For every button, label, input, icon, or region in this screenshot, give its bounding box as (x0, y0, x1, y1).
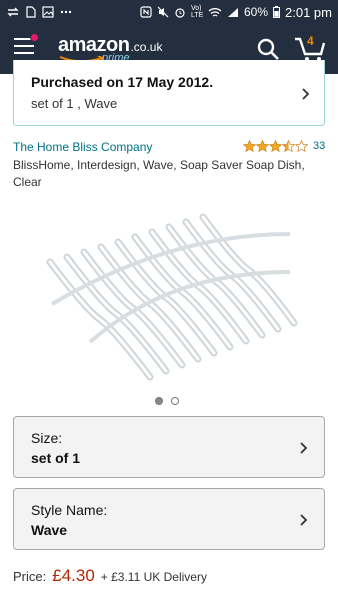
style-value: Wave (31, 522, 68, 538)
network-label: Vo) LTE (190, 5, 204, 19)
dish-rib (116, 240, 216, 355)
star-icon (282, 140, 295, 152)
delivery-cost: + £3.11 UK Delivery (100, 570, 207, 584)
logo-tld: .co.uk (130, 40, 163, 54)
product-title: BlissHome, Interdesign, Wave, Soap Saver… (13, 158, 305, 189)
style-selector[interactable]: Style Name: Wave (13, 488, 325, 550)
mute-icon (157, 6, 169, 18)
image-icon (42, 6, 54, 18)
more-dots-icon (60, 10, 72, 14)
chevron-right-icon (300, 514, 308, 526)
image-pager[interactable] (155, 397, 179, 405)
price-value: £4.30 (52, 566, 95, 585)
sim-card-icon (26, 6, 36, 18)
dish-rib (133, 235, 232, 349)
dish-rib (65, 255, 168, 373)
search-icon[interactable] (256, 37, 280, 61)
status-right-icons: Vo) LTE 60% 2:01 pm (140, 5, 332, 20)
star-icon (256, 140, 269, 152)
review-count[interactable]: 33 (313, 140, 325, 152)
status-bar: Vo) LTE 60% 2:01 pm (0, 0, 338, 24)
purchased-variant: set of 1 , Wave (31, 96, 118, 111)
purchase-history-card[interactable]: Purchased on 17 May 2012. set of 1 , Wav… (13, 60, 325, 126)
size-value: set of 1 (31, 450, 81, 466)
swap-icon (7, 7, 19, 17)
star-icon (243, 140, 256, 152)
price-label: Price: (13, 569, 47, 584)
amazon-prime-logo[interactable]: amazon.co.uk prime (58, 34, 163, 64)
price-row: Price: £4.30 + £3.11 UK Delivery (13, 566, 207, 586)
alarm-icon (175, 8, 185, 18)
status-left-icons (6, 6, 140, 18)
dish-rib (82, 250, 184, 367)
star-icon (295, 140, 308, 152)
menu-icon-bar (14, 52, 34, 54)
clock: 2:01 pm (285, 4, 332, 20)
purchased-date: Purchased on 17 May 2012. (31, 74, 214, 90)
star-rating[interactable] (243, 140, 308, 152)
battery-icon (273, 6, 281, 18)
product-image[interactable] (40, 192, 300, 382)
chevron-right-icon (302, 88, 310, 100)
size-selector[interactable]: Size: set of 1 (13, 416, 325, 478)
wifi-icon (208, 7, 222, 17)
pager-dot[interactable] (171, 397, 179, 405)
menu-button[interactable] (14, 33, 39, 56)
chevron-right-icon (300, 442, 308, 454)
signal-icon (227, 7, 238, 17)
battery-percent: 60% (243, 5, 269, 19)
menu-icon-bar (14, 45, 34, 47)
dish-rib (150, 230, 248, 343)
size-label: Size: (31, 430, 63, 446)
style-label: Style Name: (31, 502, 108, 518)
notification-dot (30, 33, 39, 42)
star-icon (269, 140, 282, 152)
brand-link[interactable]: The Home Bliss Company (13, 140, 152, 154)
pager-dot[interactable] (155, 397, 163, 405)
cart-button[interactable]: 4 (294, 34, 326, 62)
nfc-icon (140, 6, 152, 18)
cart-count: 4 (307, 34, 314, 48)
